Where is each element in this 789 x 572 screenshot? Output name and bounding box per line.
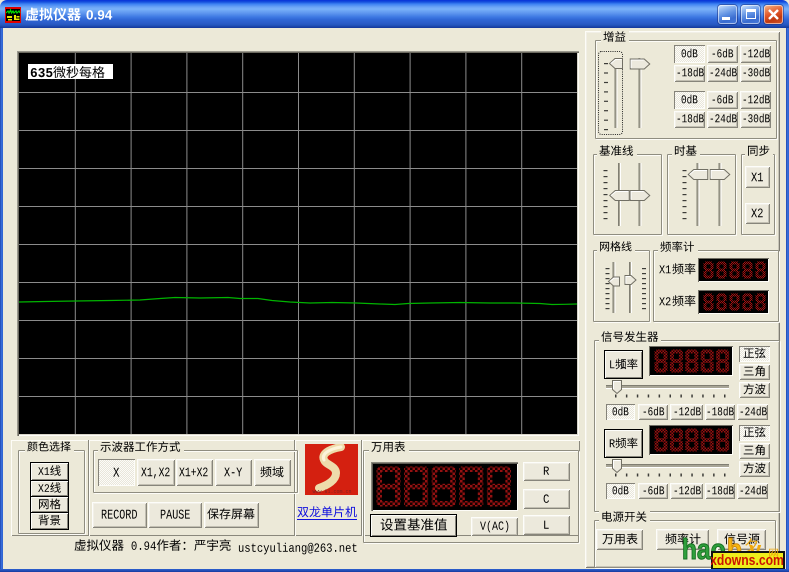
- svg-text:xdowns.com: xdowns.com: [711, 552, 784, 568]
- svg-text:www.81.com.cn: www.81.com.cn: [312, 489, 351, 495]
